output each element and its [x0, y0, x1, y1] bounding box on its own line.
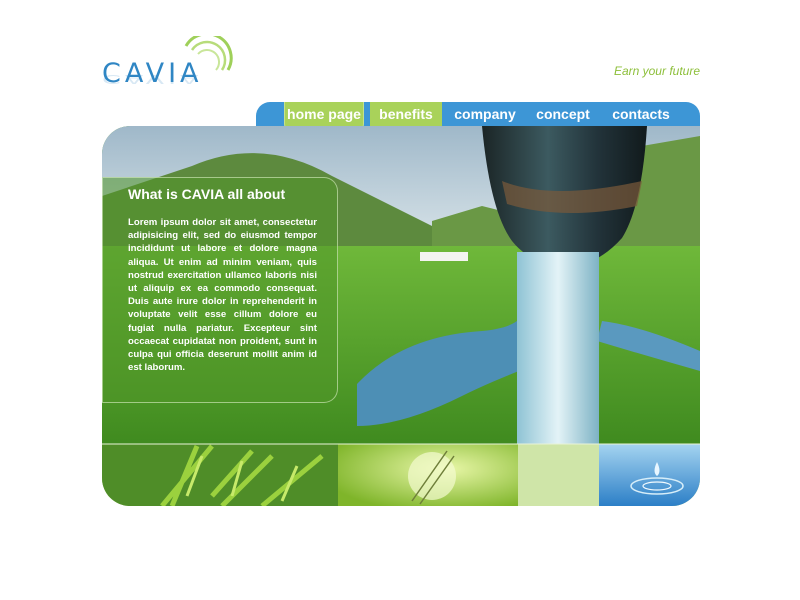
about-body-text: Lorem ipsum dolor sit amet, consectetur … — [128, 217, 317, 374]
logo-reflection: CAVIA — [102, 72, 203, 86]
cavia-logo[interactable]: CAVIA CAVIA — [100, 36, 240, 96]
nav-company[interactable]: company — [452, 102, 518, 127]
nav-concept[interactable]: concept — [534, 102, 592, 127]
nav-contacts[interactable]: contacts — [610, 102, 672, 127]
tagline: Earn your future — [613, 64, 700, 78]
about-title: What is CAVIA all about — [128, 186, 286, 202]
